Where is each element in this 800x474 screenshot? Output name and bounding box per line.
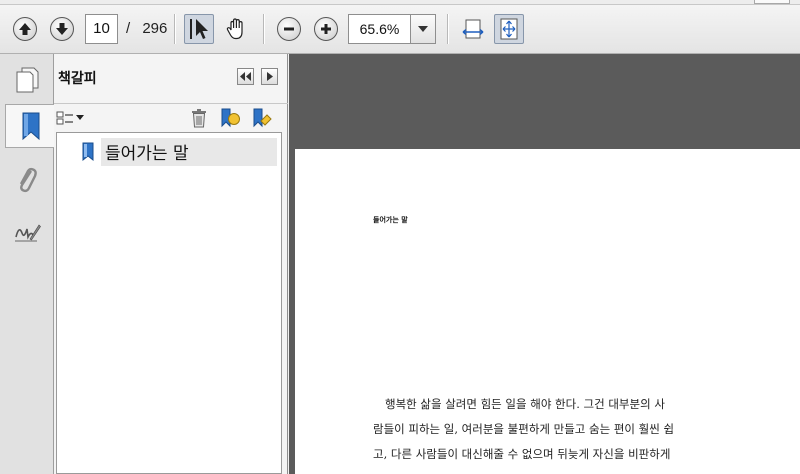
new-bookmark-icon	[221, 108, 240, 128]
pdf-page: 들어가는 말 행복한 삶을 살려면 힘든 일을 해야 한다. 그건 대부분의 사…	[295, 149, 800, 474]
new-bookmark-button[interactable]	[218, 107, 242, 129]
signatures-panel-button[interactable]	[5, 210, 49, 254]
bookmark-edit-icon	[253, 108, 272, 128]
main-toolbar: 10 / 296 65.6%	[0, 0, 800, 54]
zoom-level-input[interactable]: 65.6%	[348, 14, 411, 44]
bookmark-toolbar	[54, 103, 288, 131]
menu-strip	[0, 0, 800, 5]
fit-width-button[interactable]	[458, 14, 488, 44]
body-text-line: 람들이 피하는 일, 여러분을 불편하게 만들고 숨는 편이 훨씬 쉽	[373, 422, 675, 436]
body-text-line: 고, 다른 사람들이 대신해줄 수 없으며 뒤늦게 자신을 비판하게	[373, 447, 671, 461]
list-options-icon	[56, 111, 84, 125]
previous-page-button[interactable]	[10, 14, 40, 44]
minus-icon	[277, 17, 301, 41]
paperclip-icon	[19, 167, 37, 193]
page-count: / 296	[126, 20, 167, 37]
panel-title: 책갈피	[58, 71, 97, 87]
cursor-icon	[190, 19, 208, 39]
signature-icon	[15, 224, 41, 242]
pages-icon	[16, 67, 39, 93]
body-text-line: 행복한 삶을 살려면 힘든 일을 해야 한다. 그건 대부분의 사	[385, 397, 665, 411]
fit-width-icon	[462, 19, 484, 39]
fit-page-button[interactable]	[494, 14, 524, 44]
toolbar-divider	[447, 14, 448, 44]
zoom-in-button[interactable]	[311, 14, 341, 44]
bookmark-tree: 들어가는 말	[56, 132, 282, 474]
pages-panel-button[interactable]	[5, 58, 49, 102]
fit-page-icon	[500, 18, 518, 40]
delete-bookmark-button[interactable]	[188, 107, 210, 129]
bookmark-properties-button[interactable]	[250, 107, 274, 129]
zoom-out-button[interactable]	[274, 14, 304, 44]
bookmark-item[interactable]: 들어가는 말	[81, 138, 281, 166]
trash-icon	[192, 109, 206, 128]
collapse-panel-button[interactable]	[237, 68, 254, 85]
toolbar-divider	[174, 14, 175, 44]
page-total: 296	[142, 20, 168, 37]
chevron-right-icon	[266, 72, 273, 81]
arrow-down-icon	[50, 17, 74, 41]
arrow-up-icon	[13, 17, 37, 41]
hand-tool-button[interactable]	[222, 14, 252, 44]
toolbar-divider	[263, 14, 264, 44]
attachments-panel-button[interactable]	[5, 158, 49, 202]
navigation-rail	[0, 54, 55, 474]
chevron-down-icon	[418, 26, 428, 32]
double-chevron-left-icon	[240, 72, 251, 81]
bookmarks-panel: 책갈피 들어가는 말	[54, 54, 288, 474]
bookmark-label: 들어가는 말	[101, 138, 277, 166]
document-view[interactable]: 들어가는 말 행복한 삶을 살려면 힘든 일을 해야 한다. 그건 대부분의 사…	[289, 54, 800, 474]
bookmark-icon	[22, 112, 39, 141]
select-tool-button[interactable]	[184, 14, 214, 44]
window-control[interactable]	[754, 0, 790, 4]
plus-icon	[314, 17, 338, 41]
page-heading: 들어가는 말	[373, 216, 408, 224]
expand-panel-button[interactable]	[261, 68, 278, 85]
next-page-button[interactable]	[47, 14, 77, 44]
zoom-dropdown-button[interactable]	[410, 14, 436, 44]
page-number-input[interactable]: 10	[85, 14, 118, 44]
hand-icon	[226, 18, 243, 40]
options-menu-button[interactable]	[54, 107, 86, 129]
page-separator: /	[126, 20, 131, 37]
bookmark-item-icon	[82, 142, 94, 162]
bookmarks-panel-button[interactable]	[5, 104, 55, 148]
